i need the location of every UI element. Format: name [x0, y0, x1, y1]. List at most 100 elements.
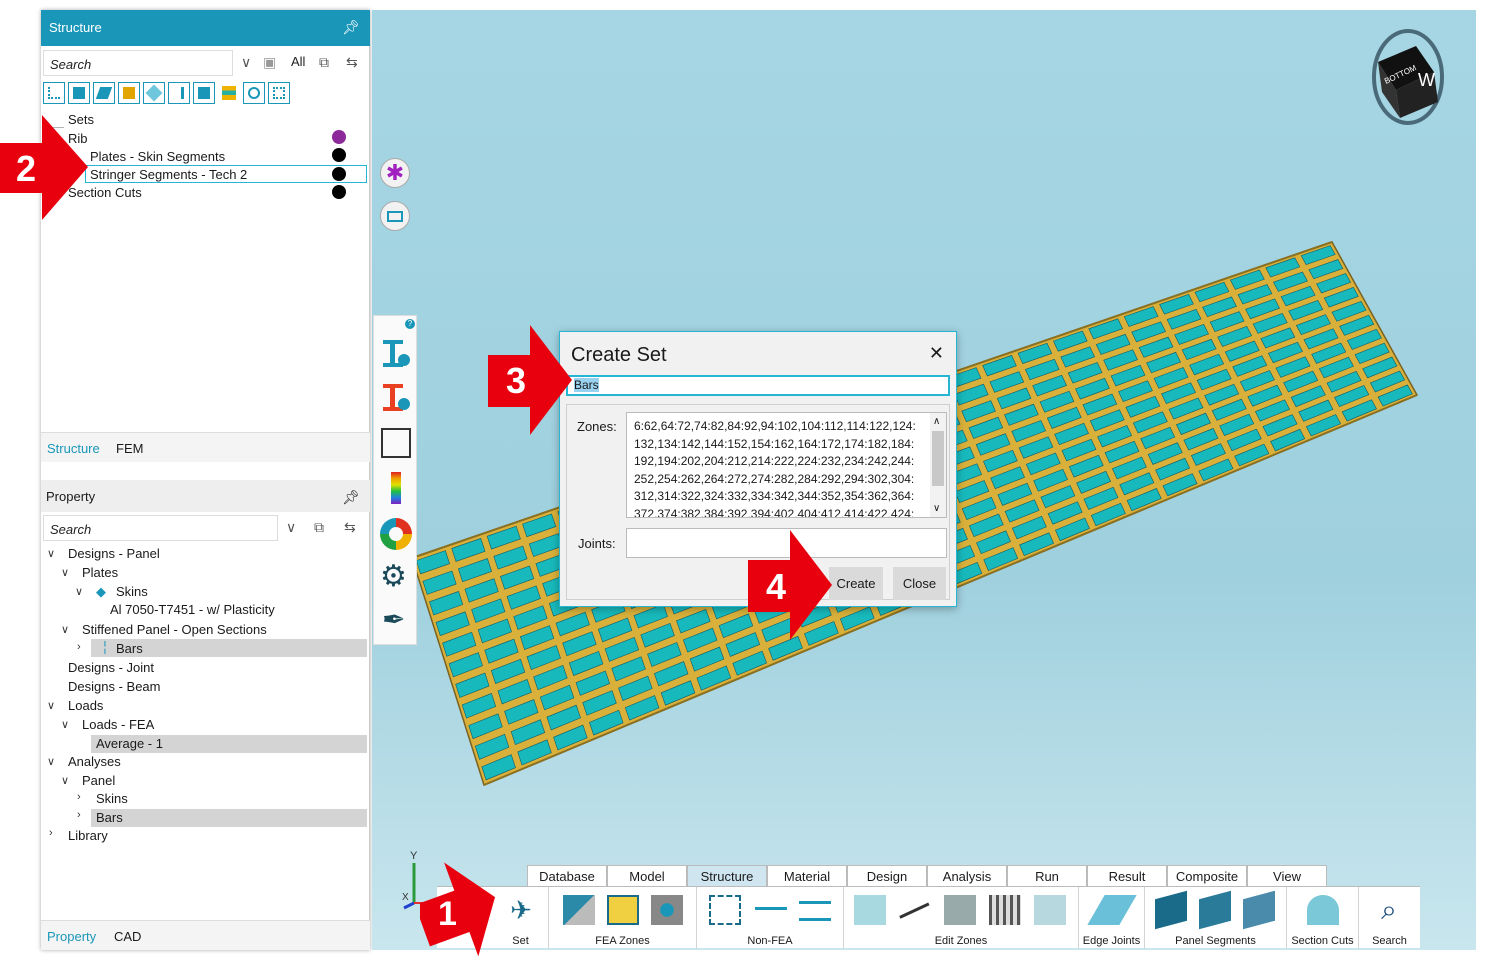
glasses-icon[interactable] — [381, 428, 411, 458]
section-icon[interactable] — [243, 82, 265, 104]
tree-item-designs-panel[interactable]: Designs - Panel — [68, 546, 160, 561]
zones-textarea[interactable]: 6:62,64:72,74:82,84:92,94:102,104:112,11… — [626, 412, 947, 518]
tree-item-library[interactable]: Library — [68, 828, 108, 843]
chevron-down-icon[interactable]: ∨ — [47, 547, 55, 560]
tree-item-plates[interactable]: Plates - Skin Segments — [90, 149, 225, 164]
tree-item-plates[interactable]: Plates — [82, 565, 118, 580]
view-cube[interactable]: BOTTOM W — [1364, 22, 1452, 132]
tree-item-analysis-bars[interactable]: Bars — [96, 810, 123, 825]
panel-segments-label[interactable]: Panel Segments — [1145, 935, 1286, 947]
ibeam-play-icon[interactable] — [381, 338, 410, 370]
panel-segment-icon[interactable] — [1155, 890, 1187, 930]
create-button[interactable]: Create — [829, 567, 883, 600]
structure-search-input[interactable]: Search — [43, 50, 233, 76]
tree-item-analyses[interactable]: Analyses — [68, 754, 121, 769]
tree-item-loads-fea[interactable]: Loads - FEA — [82, 717, 154, 732]
tab-run[interactable]: Run — [1007, 865, 1087, 887]
pen-icon[interactable]: ✒ — [382, 606, 405, 634]
chevron-right-icon[interactable]: › — [77, 791, 81, 803]
select-zone-icon[interactable] — [854, 895, 886, 925]
tree-item-designs-joint[interactable]: Designs - Joint — [68, 660, 154, 675]
solid-icon[interactable] — [68, 82, 90, 104]
set-button-label[interactable]: Set — [493, 935, 548, 947]
tab-model[interactable]: Model — [607, 865, 687, 887]
copy-icon[interactable]: ⧉ — [314, 519, 324, 536]
airplane-icon[interactable]: ✈ — [505, 895, 537, 925]
box-icon[interactable] — [193, 82, 215, 104]
tab-view[interactable]: View — [1247, 865, 1327, 887]
property-search-input[interactable]: Search — [43, 515, 278, 541]
fea-zones-label[interactable]: FEA Zones — [549, 935, 696, 947]
chevron-up-icon[interactable]: ∧ — [933, 413, 940, 431]
chevron-down-icon[interactable]: ∨ — [933, 500, 940, 518]
swap-icon[interactable]: ⇆ — [344, 519, 356, 536]
connect-icon[interactable] — [899, 902, 931, 922]
shell-icon[interactable] — [93, 82, 115, 104]
swap-icon[interactable]: ⇆ — [346, 54, 358, 71]
tab-composite[interactable]: Composite — [1167, 865, 1247, 887]
help-icon[interactable]: ? — [405, 319, 415, 329]
chevron-down-icon[interactable]: ∨ — [61, 566, 69, 579]
surface-icon[interactable] — [143, 82, 165, 104]
plate-icon[interactable] — [118, 82, 140, 104]
search-label[interactable]: Search — [1359, 935, 1420, 947]
tab-analysis[interactable]: Analysis — [927, 865, 1007, 887]
layers-icon[interactable] — [218, 82, 240, 104]
tree-item-designs-beam[interactable]: Designs - Beam — [68, 679, 160, 694]
chevron-right-icon[interactable]: › — [49, 827, 53, 839]
chevron-down-icon[interactable]: ∨ — [241, 54, 251, 71]
add-zone-icon[interactable] — [709, 895, 741, 925]
tab-property[interactable]: Property — [47, 929, 96, 944]
chevron-right-icon[interactable]: › — [77, 641, 81, 653]
tab-cad[interactable]: CAD — [114, 929, 141, 944]
copy-icon[interactable]: ⧉ — [319, 54, 329, 71]
tab-material[interactable]: Material — [767, 865, 847, 887]
add-panel-icon[interactable] — [799, 901, 831, 921]
search-icon[interactable]: ⌕ — [1373, 895, 1405, 925]
cube-filter-icon[interactable]: ▣ — [263, 54, 276, 71]
beam-icon[interactable] — [168, 82, 190, 104]
add-beam-icon[interactable] — [755, 907, 787, 927]
tree-item-material[interactable]: Al 7050-T7451 - w/ Plasticity — [110, 602, 275, 617]
rotate-zone-icon[interactable] — [944, 895, 976, 925]
non-fea-label[interactable]: Non-FEA — [697, 935, 843, 947]
fea-zone-gear-icon[interactable] — [651, 895, 683, 925]
tab-design[interactable]: Design — [847, 865, 927, 887]
donut-chart-icon[interactable] — [380, 518, 412, 550]
tree-item-panel[interactable]: Panel — [82, 773, 115, 788]
pin-icon[interactable]: 📌︎ — [342, 489, 360, 506]
color-scale-icon[interactable] — [391, 472, 401, 504]
fea-zone-auto-icon[interactable] — [607, 895, 639, 925]
filter-all-button[interactable]: All — [291, 54, 305, 69]
node-icon[interactable] — [43, 82, 65, 104]
chevron-down-icon[interactable]: ∨ — [47, 699, 55, 712]
ibeam-check-icon[interactable] — [381, 382, 410, 414]
window-icon[interactable] — [380, 201, 410, 231]
export-zone-icon[interactable] — [1034, 895, 1066, 925]
fea-zone-icon[interactable] — [563, 895, 595, 925]
tab-fem[interactable]: FEM — [116, 441, 143, 456]
tree-item-stiffened[interactable]: Stiffened Panel - Open Sections — [82, 622, 267, 637]
tree-item-average[interactable]: Average - 1 — [96, 736, 163, 751]
chip-icon[interactable] — [268, 82, 290, 104]
set-name-input[interactable]: Bars — [566, 375, 950, 396]
edge-joint-icon[interactable] — [1087, 895, 1137, 925]
tab-structure[interactable]: Structure — [687, 865, 767, 887]
tree-item-bars[interactable]: Bars — [116, 641, 143, 656]
tree-item-analysis-skins[interactable]: Skins — [96, 791, 128, 806]
chevron-right-icon[interactable]: › — [77, 809, 81, 821]
tab-database[interactable]: Database — [527, 865, 607, 887]
panel-segment-split-icon[interactable] — [1243, 890, 1275, 930]
chevron-down-icon[interactable]: ∨ — [286, 519, 296, 536]
chevron-down-icon[interactable]: ∨ — [47, 755, 55, 768]
pin-icon[interactable]: 📌︎ — [342, 19, 360, 36]
section-cut-icon[interactable] — [1307, 895, 1339, 925]
tree-item-skins[interactable]: Skins — [116, 584, 148, 599]
tree-item-loads[interactable]: Loads — [68, 698, 103, 713]
gear-icon[interactable]: ⚙ — [380, 562, 407, 592]
chevron-down-icon[interactable]: ∨ — [61, 774, 69, 787]
tree-item-stringer[interactable]: Stringer Segments - Tech 2 — [90, 167, 247, 182]
zones-scrollbar[interactable]: ∧ ∨ — [930, 413, 946, 517]
panel-segment-auto-icon[interactable] — [1199, 890, 1231, 930]
grid-zone-icon[interactable] — [989, 895, 1021, 925]
